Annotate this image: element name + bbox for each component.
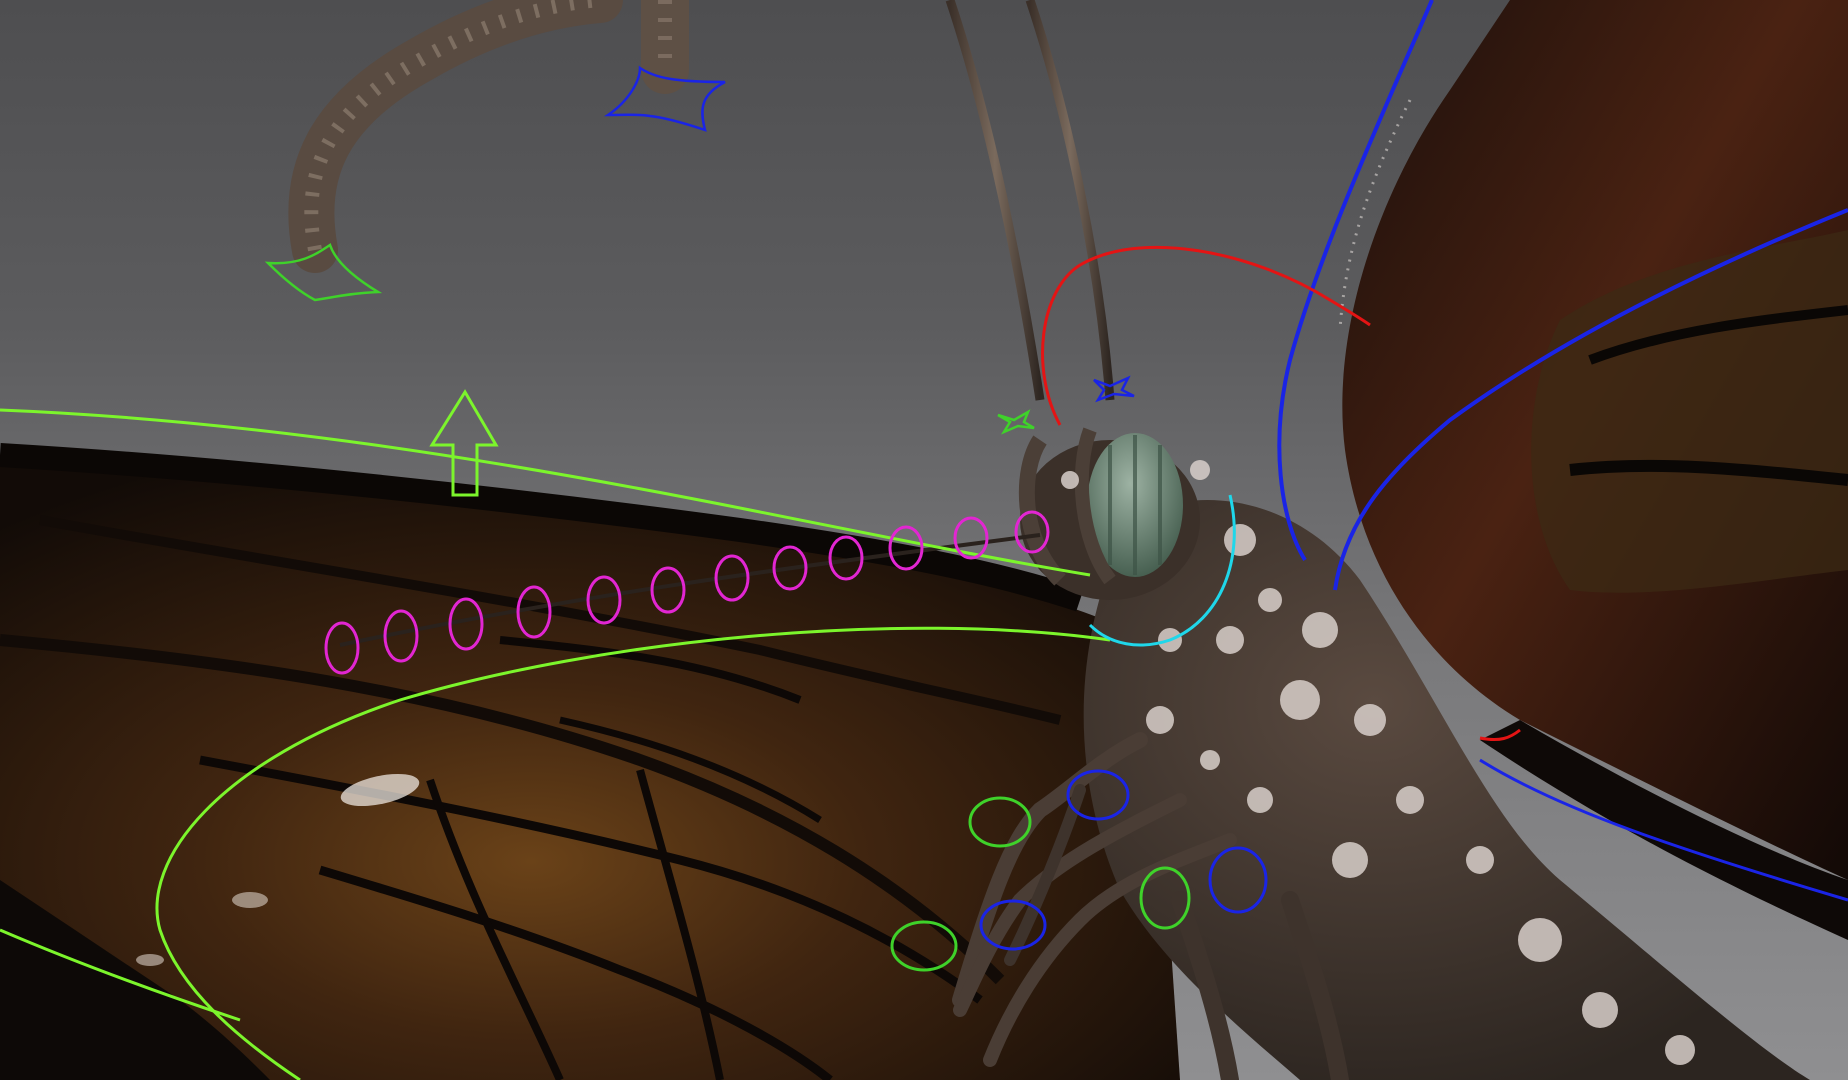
antennae (288, 0, 1115, 401)
ring-icon[interactable] (953, 516, 989, 560)
up-arrow-icon[interactable] (432, 392, 496, 495)
3d-viewport[interactable] (0, 0, 1848, 1080)
left-wing (0, 443, 1180, 1080)
star-icon[interactable] (608, 68, 725, 130)
butterfly-scene[interactable] (0, 0, 1848, 1080)
star-icon[interactable] (998, 412, 1034, 432)
